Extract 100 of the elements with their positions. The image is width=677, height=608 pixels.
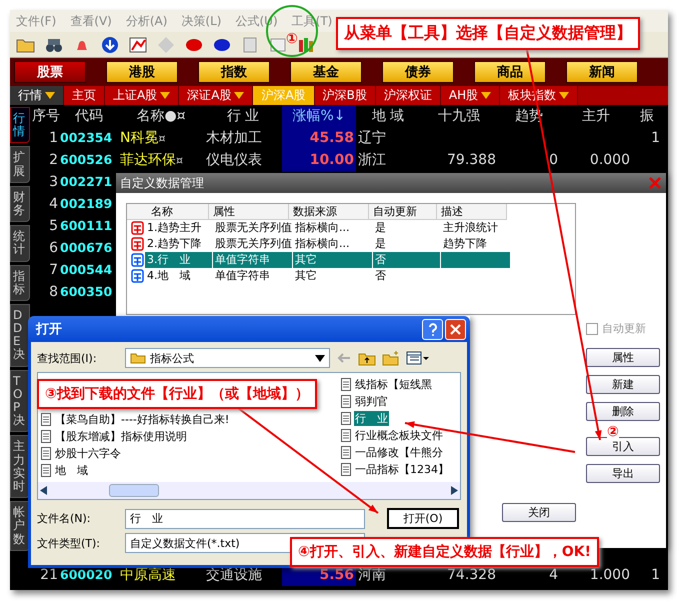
look-in-dropdown[interactable]: 指标公式 (125, 348, 330, 368)
table-cell-text: 4 (548, 566, 559, 585)
table-cell-text: 1 (650, 566, 661, 585)
side-tab[interactable]: 扩展 (10, 146, 30, 183)
file-item[interactable]: 弱判官 (354, 394, 389, 409)
side-tab[interactable]: 财务 (10, 186, 30, 222)
list-item[interactable]: 4.地 域 (145, 268, 212, 284)
file-item[interactable]: 行 业 (354, 411, 389, 426)
market-tab[interactable]: 沪深权证 (376, 86, 441, 105)
table-cell-text: 0.000 (588, 151, 631, 170)
category-button[interactable]: 债券 (382, 61, 454, 83)
view-menu-icon[interactable] (406, 351, 430, 365)
column-header[interactable]: 序号 (32, 105, 60, 127)
grid-icon[interactable] (268, 36, 288, 54)
side-tab[interactable]: 主力实时 (10, 435, 30, 498)
chart-icon[interactable] (128, 36, 148, 54)
dialog-button[interactable]: 属性 (586, 348, 660, 367)
column-header[interactable]: 代码 (60, 105, 118, 127)
caret-icon[interactable] (45, 92, 55, 99)
list-item[interactable]: 1.趋势主升 (145, 220, 212, 236)
column-header[interactable]: 主升 (560, 105, 632, 127)
category-button[interactable]: 商品 (474, 61, 546, 83)
category-button[interactable]: 港股 (106, 61, 178, 83)
table-cell-text: 74.328 (446, 566, 497, 585)
caret-icon[interactable] (234, 92, 244, 99)
table-cell-text: 是 (374, 236, 387, 252)
column-header[interactable]: 涨幅%↓ (282, 105, 356, 127)
open-button[interactable]: 打开(O) (387, 508, 459, 529)
column-header[interactable]: 自动更新 (369, 204, 437, 220)
market-tab[interactable]: 上证A股 (105, 86, 180, 105)
column-header[interactable]: 数据来源 (289, 204, 369, 220)
column-header[interactable]: 属性 (209, 204, 289, 220)
help-button[interactable] (422, 318, 443, 340)
category-button[interactable]: 指数 (198, 61, 270, 83)
dropdown-arrow-icon[interactable] (315, 354, 325, 362)
file-item[interactable]: 一品修改【牛熊分 (354, 445, 444, 460)
file-item[interactable]: 【菜鸟自助】----好指标转换自己来! (54, 412, 230, 427)
close-button[interactable]: 关闭 (502, 503, 576, 522)
document-icon (341, 395, 351, 408)
table-cell: 其它 (293, 252, 372, 268)
caret-icon[interactable] (481, 92, 492, 99)
scrollbar-thumb[interactable] (109, 484, 159, 497)
file-item[interactable]: 行业概念板块文件 (354, 428, 444, 443)
file-item[interactable]: 线指标【短线黑 (354, 377, 433, 392)
dialog-button[interactable]: 引入 (586, 437, 660, 456)
file-item[interactable]: 一品指标【1234】 (354, 462, 450, 477)
market-tab[interactable]: 沪深B股 (314, 86, 376, 105)
new-folder-icon[interactable] (382, 350, 400, 366)
column-header[interactable]: 描述 (437, 204, 507, 220)
market-tab[interactable]: 深证A股 (179, 86, 254, 105)
side-tab[interactable]: 行情 (10, 107, 30, 144)
market-tab[interactable]: 主页 (64, 86, 105, 105)
column-header[interactable]: 地 域 (356, 105, 420, 127)
column-header[interactable]: 振 (632, 105, 662, 127)
custom-data-list[interactable]: 名称 属性 数据来源 自动更新 描述 1.趋势主升 股票无关序列值 指标横向... 是 主升浪统计 2.趋势下降 股票无关序列值 指标横向... 是 趋势下降 3.行 业 单值字符串 其它 否 4.地 域 单值字符串 其它 否 (126, 203, 576, 315)
row-number: 8 (48, 283, 59, 302)
field-label: 查找范围(I): (37, 350, 98, 366)
horizontal-scrollbar[interactable] (38, 482, 460, 499)
document-icon (341, 412, 351, 425)
caret-icon[interactable] (559, 92, 570, 99)
stock-name: 菲达环保¤ (119, 151, 184, 170)
download-icon[interactable] (100, 36, 120, 54)
caret-icon[interactable] (160, 92, 170, 99)
checkbox[interactable] (586, 322, 598, 334)
list-item[interactable]: 2.趋势下降 (145, 236, 212, 252)
column-header[interactable]: 十九强 (420, 105, 498, 127)
dialog-button[interactable]: 删除 (586, 402, 660, 421)
document-icon (341, 463, 351, 476)
market-tab[interactable]: AH股 (440, 86, 500, 105)
category-button[interactable]: 基金 (290, 61, 362, 83)
stock-code: 002271 (60, 173, 114, 191)
column-header[interactable]: 行 业 (204, 105, 282, 127)
side-tab[interactable]: DDE决 (10, 304, 30, 367)
market-menu-tab[interactable]: 行情 (10, 86, 64, 105)
category-button[interactable]: 股票 (14, 61, 86, 83)
file-item[interactable]: 炒股十六字令 (54, 446, 122, 461)
stock-name: N科冕¤ (119, 129, 166, 148)
stock-code: 600020 (60, 566, 114, 584)
close-button[interactable] (445, 318, 466, 340)
region-cell-text: 河南 (357, 566, 387, 585)
column-header[interactable]: 名称 (127, 204, 209, 220)
scroll-right-icon[interactable] (450, 486, 458, 495)
column-header[interactable]: 名称●¤ (118, 105, 204, 127)
side-tab[interactable]: TOP决 (10, 370, 30, 432)
list-item[interactable]: 3.行 业 (145, 252, 212, 268)
dialog-button[interactable]: 导出 (586, 464, 660, 483)
field-label: 文件名(N): (37, 511, 92, 526)
file-item[interactable]: 地 域 (54, 463, 89, 478)
selected-row-fill (441, 252, 510, 268)
category-button[interactable]: 新闻 (566, 61, 638, 83)
file-name-field[interactable]: 行 业 (125, 508, 365, 528)
table-cell-text: 单值字符串 (214, 268, 271, 284)
side-tab[interactable]: 帐户数 (10, 501, 30, 551)
books-icon[interactable] (296, 36, 316, 54)
table-cell-text: 股票无关序列值 (214, 220, 292, 236)
side-tab[interactable]: 指标 (10, 264, 30, 301)
dialog-button[interactable]: 新建 (586, 375, 660, 394)
scroll-left-icon[interactable] (40, 486, 48, 495)
side-tab[interactable]: 统计 (10, 225, 30, 262)
file-item[interactable]: 【股东增减】指标使用说明 (54, 429, 188, 444)
